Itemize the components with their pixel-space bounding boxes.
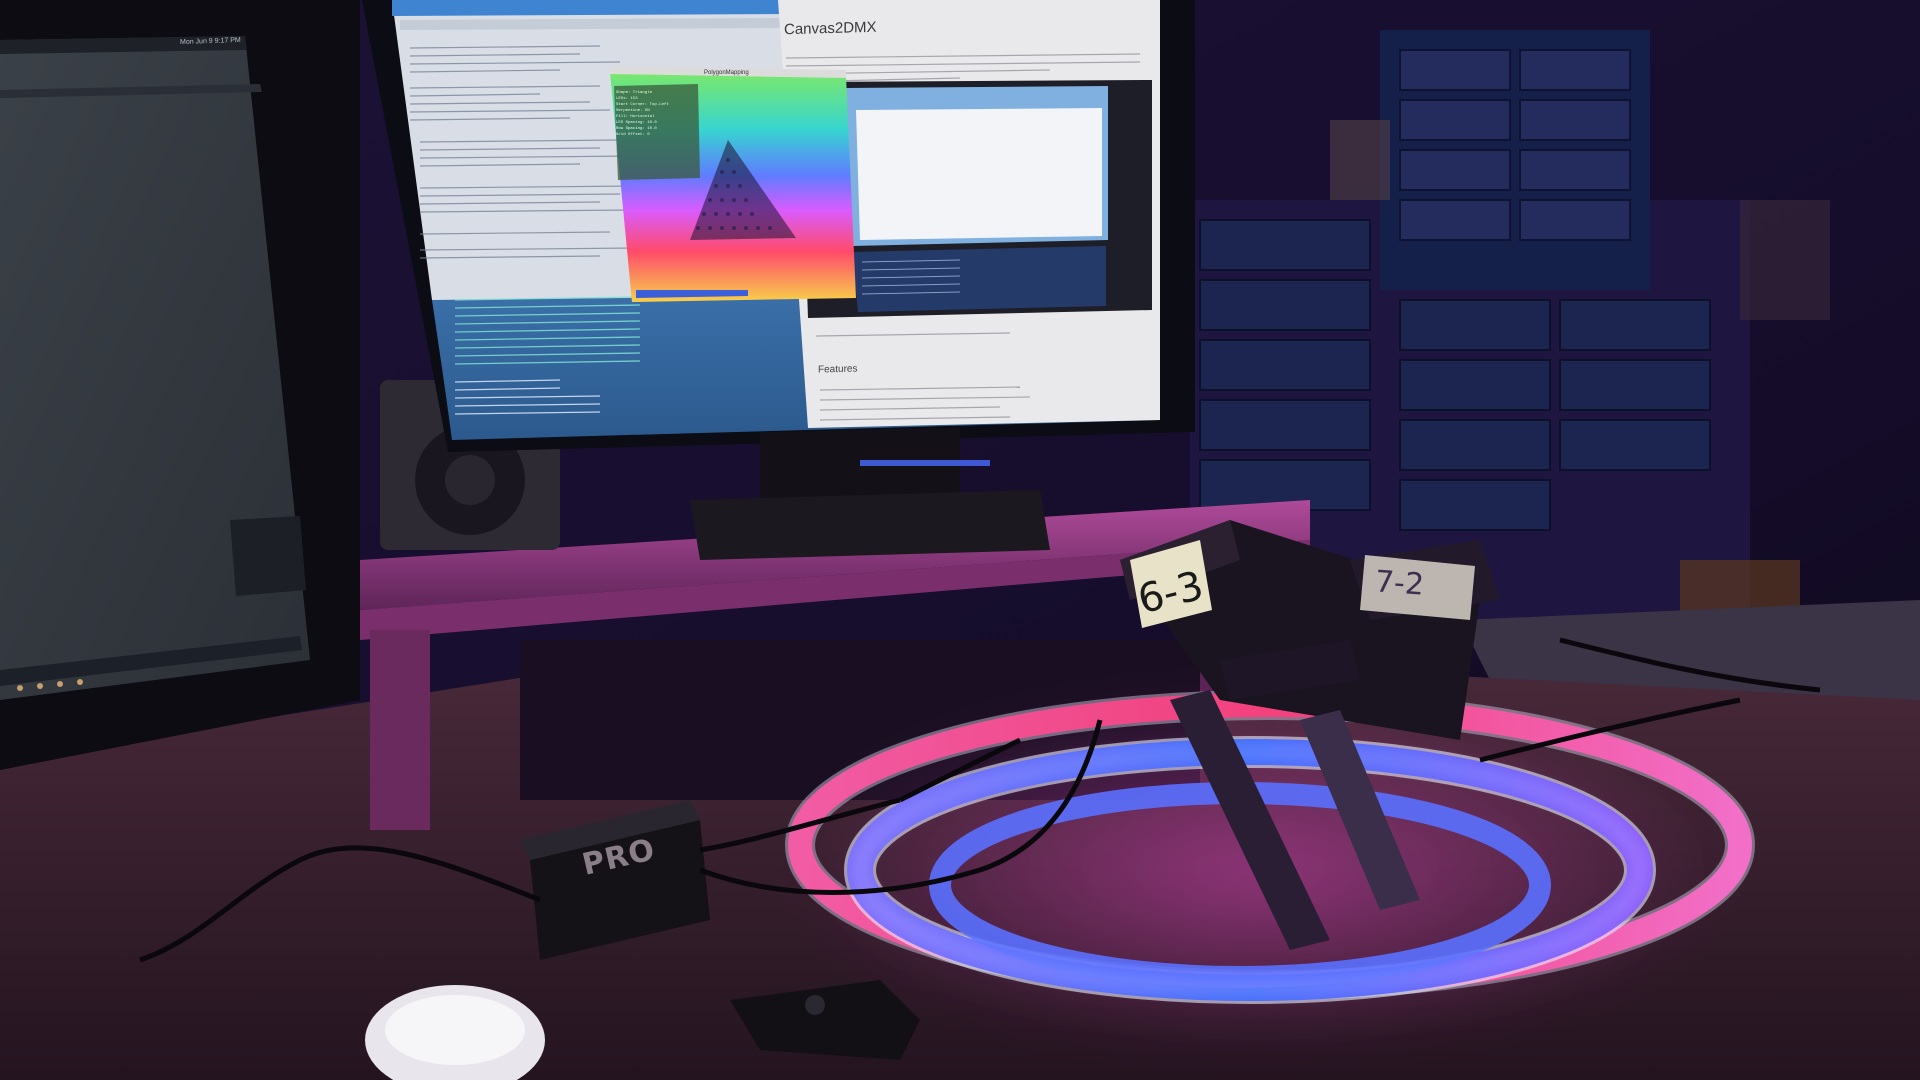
center-monitor bbox=[362, 0, 1195, 452]
label-tape-b bbox=[1360, 555, 1475, 620]
photo-scene bbox=[0, 0, 1920, 1080]
console-output bbox=[432, 296, 808, 436]
left-monitor bbox=[0, 0, 360, 770]
